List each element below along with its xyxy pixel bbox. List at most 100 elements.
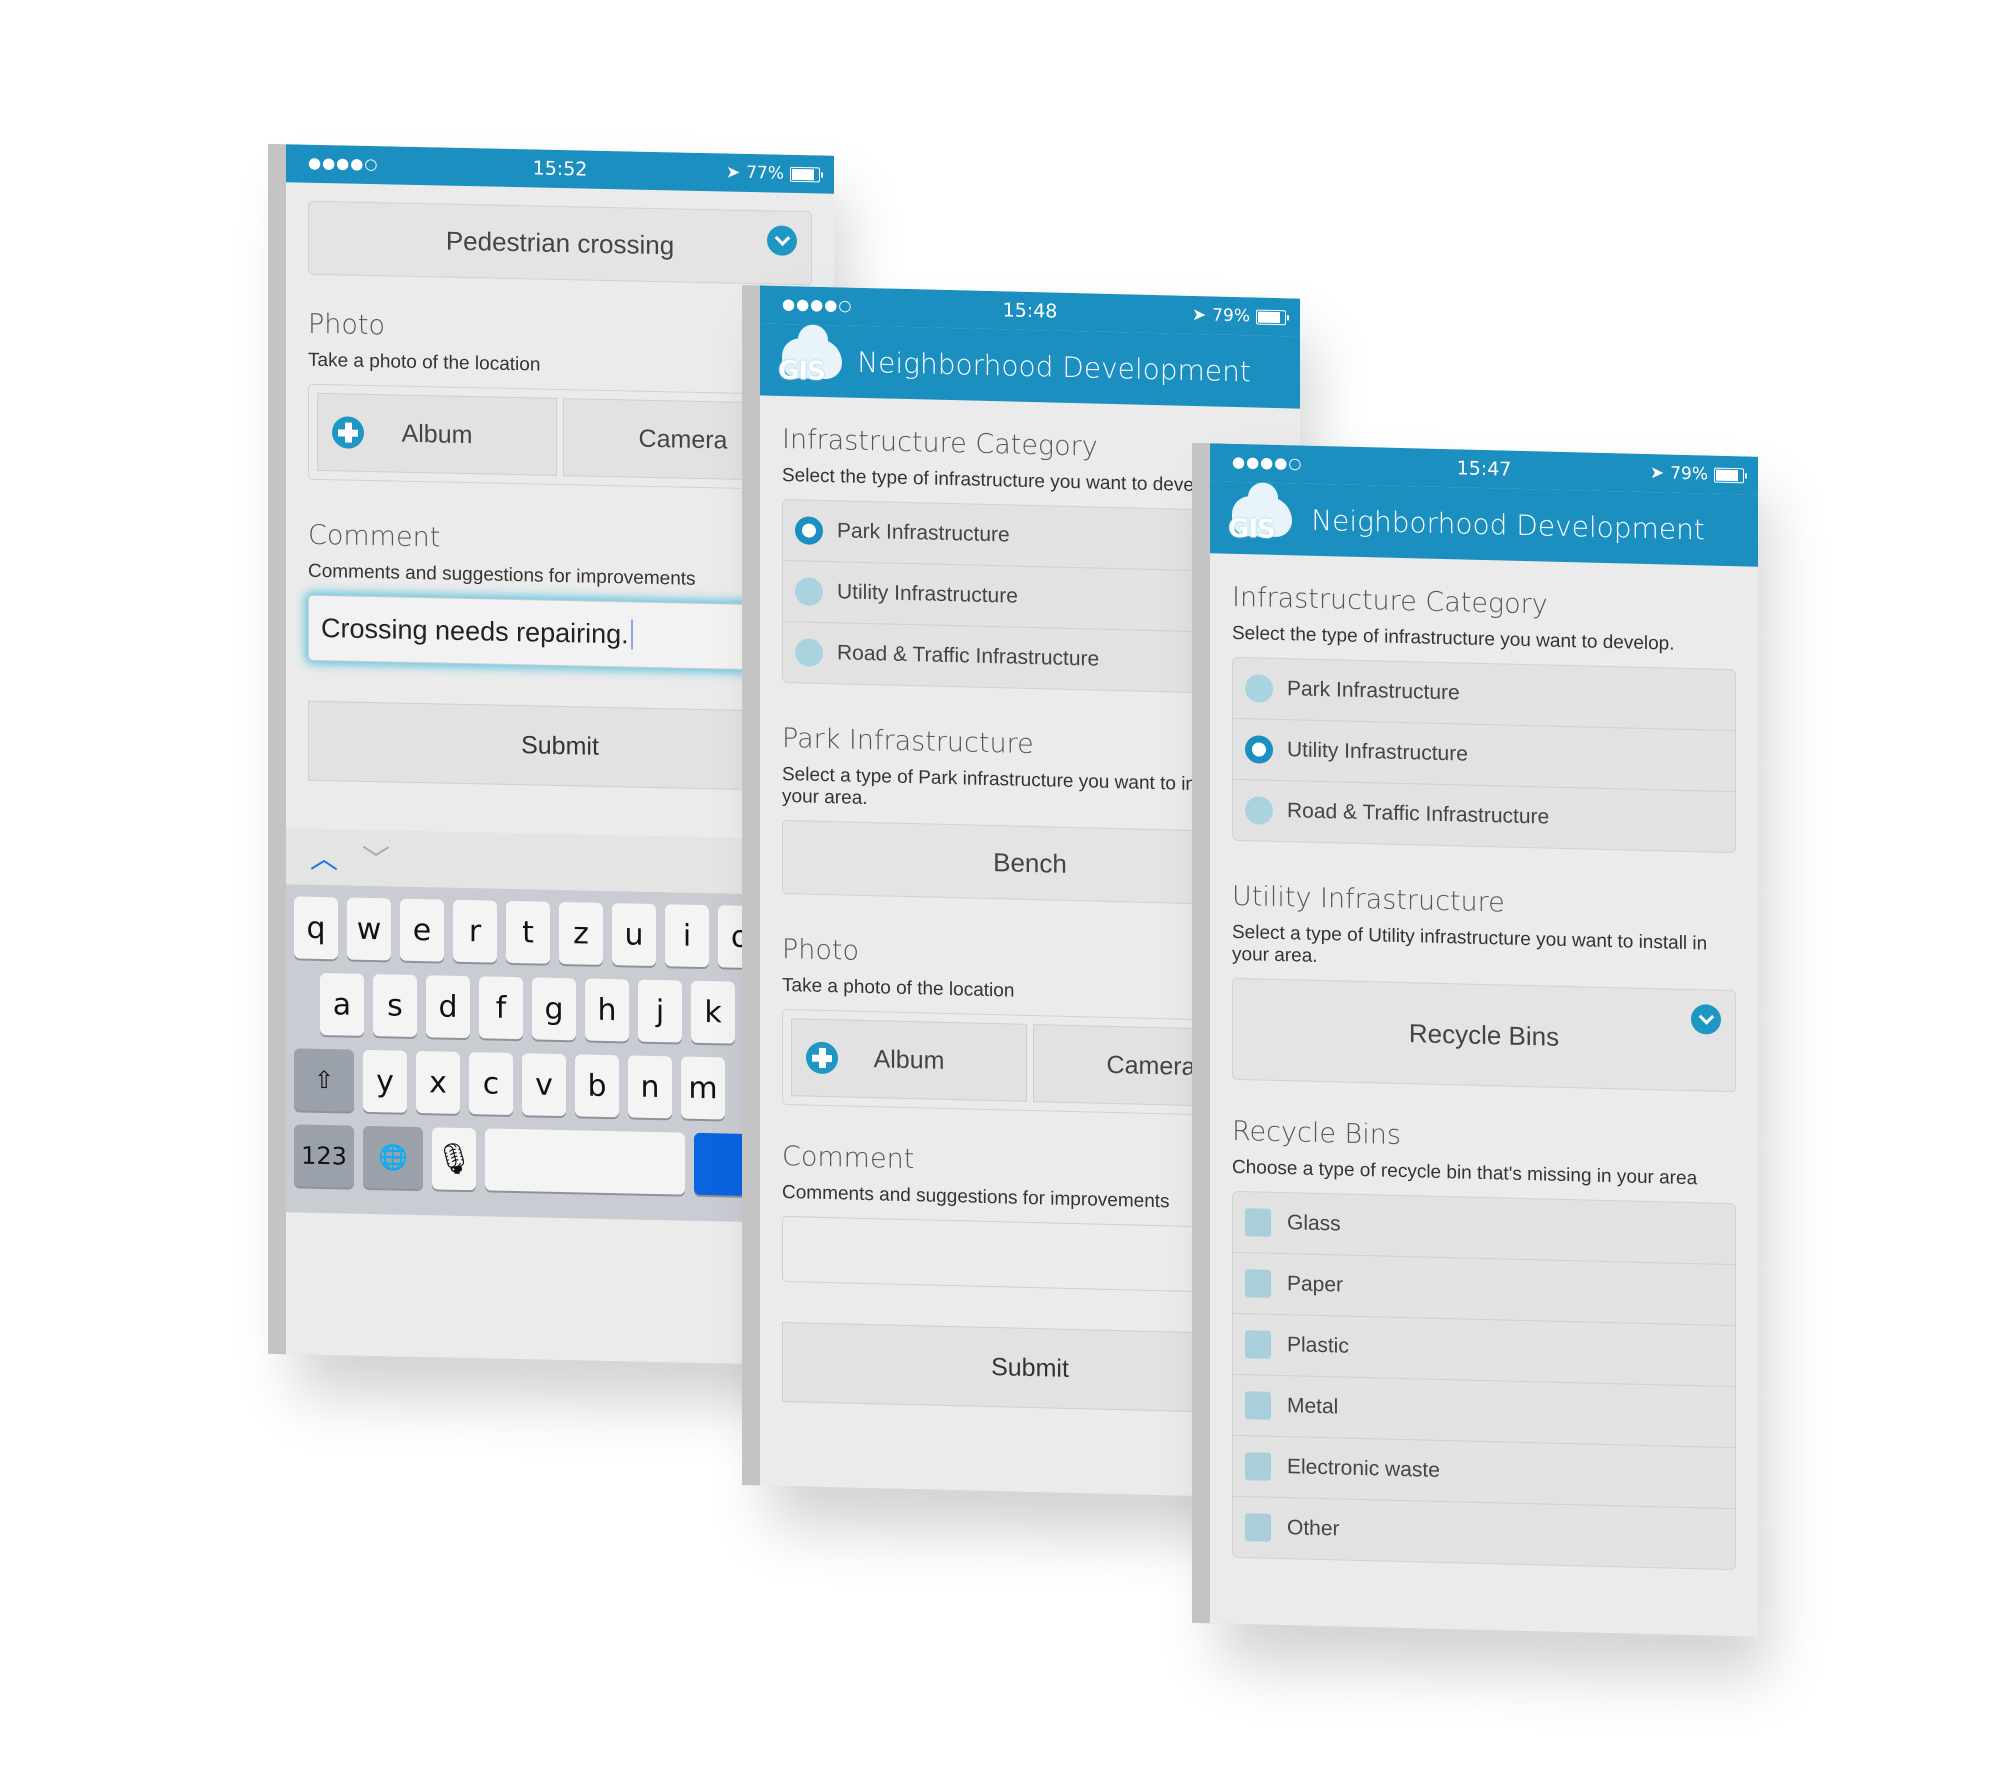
album-label: Album <box>401 419 473 449</box>
microphone-icon[interactable]: 🎙 <box>432 1127 476 1191</box>
phone-comment-screen: ●●●●○ 15:52 ➤ 77% Pedestrian crossing Ph… <box>286 144 834 1366</box>
battery-icon <box>790 166 820 182</box>
photo-picker: Album Camera <box>308 383 812 491</box>
park-hint: Select a type of Park infrastructure you… <box>782 763 1250 810</box>
shift-key[interactable]: ⇧ <box>294 1048 354 1112</box>
album-label: Album <box>873 1044 945 1075</box>
bins-hint: Choose a type of recycle bin that's miss… <box>1232 1156 1698 1190</box>
key-e[interactable]: e <box>400 898 444 962</box>
infrastructure-type-select[interactable]: Pedestrian crossing <box>308 200 812 286</box>
key-r[interactable]: r <box>453 899 497 963</box>
location-arrow-icon: ➤ <box>1191 304 1207 326</box>
app-title: Neighborhood Development <box>857 345 1251 388</box>
gis-cloud-logo: GIS <box>1228 488 1298 550</box>
previous-field-icon[interactable]: ︿ <box>310 837 338 878</box>
checkbox-icon <box>1245 1269 1271 1298</box>
key-m[interactable]: m <box>681 1056 725 1120</box>
key-w[interactable]: w <box>347 897 391 961</box>
checkbox-icon <box>1245 1330 1271 1359</box>
photo-picker: Album Camera <box>782 1008 1278 1118</box>
app-header: GIS Neighborhood Development <box>1210 481 1758 567</box>
key-k[interactable]: k <box>691 980 735 1044</box>
park-type-select[interactable]: Bench <box>782 819 1278 907</box>
comment-hint: Comments and suggestions for improvement… <box>308 560 696 590</box>
key-x[interactable]: x <box>416 1050 460 1114</box>
radio-selected-icon <box>1245 735 1273 764</box>
comment-input[interactable]: Crossing needs repairing. <box>308 594 812 672</box>
battery-percent: 79% <box>1670 463 1708 485</box>
category-label: Infrastructure Category <box>1232 581 1548 621</box>
option-label: Utility Infrastructure <box>837 580 1018 608</box>
photo-hint: Take a photo of the location <box>308 349 541 376</box>
radio-option[interactable]: Road & Traffic Infrastructure <box>1233 780 1735 852</box>
key-f[interactable]: f <box>479 976 523 1040</box>
option-label: Plastic <box>1287 1333 1349 1358</box>
battery-percent: 77% <box>746 162 784 184</box>
key-d[interactable]: d <box>426 975 470 1039</box>
key-b[interactable]: b <box>575 1054 619 1118</box>
key-u[interactable]: u <box>612 903 656 967</box>
radio-option[interactable]: Road & Traffic Infrastructure <box>783 622 1277 694</box>
numbers-key[interactable]: 123 <box>294 1124 354 1188</box>
key-a[interactable]: a <box>320 972 364 1036</box>
option-label: Paper <box>1287 1272 1344 1297</box>
park-label: Park Infrastructure <box>782 722 1034 761</box>
checkbox-icon <box>1245 1513 1271 1542</box>
key-n[interactable]: n <box>628 1055 672 1119</box>
battery-percent: 79% <box>1212 305 1250 327</box>
key-i[interactable]: i <box>665 904 709 968</box>
camera-label: Camera <box>1106 1050 1196 1081</box>
photo-label: Photo <box>308 308 386 342</box>
key-o[interactable]: o <box>718 905 762 969</box>
option-label: Park Infrastructure <box>837 519 1010 547</box>
key-y[interactable]: y <box>363 1049 407 1113</box>
checkbox-icon <box>1245 1452 1271 1481</box>
key-v[interactable]: v <box>522 1053 566 1117</box>
keyboard: qwertzuio asdfghjk ⇧ yxcvbnm 123 🌐 🎙 <box>286 884 834 1224</box>
plus-icon <box>332 416 364 449</box>
key-q[interactable]: q <box>294 896 338 960</box>
utility-type-select[interactable]: Recycle Bins <box>1232 977 1736 1093</box>
camera-label: Camera <box>638 424 728 455</box>
checkbox-icon <box>1245 1391 1271 1420</box>
comment-value: Crossing needs repairing. <box>321 612 629 649</box>
comment-input[interactable] <box>782 1215 1278 1295</box>
option-label: Utility Infrastructure <box>1287 738 1468 766</box>
category-radio-group: Park Infrastructure Utility Infrastructu… <box>782 498 1278 696</box>
key-j[interactable]: j <box>638 979 682 1043</box>
option-label: Metal <box>1287 1394 1339 1419</box>
return-key[interactable] <box>694 1132 754 1197</box>
key-g[interactable]: g <box>532 977 576 1041</box>
gis-cloud-logo: GIS <box>778 330 848 392</box>
space-key[interactable] <box>485 1128 685 1195</box>
globe-icon[interactable]: 🌐 <box>363 1125 423 1190</box>
bins-checkbox-group: Glass Paper Plastic Metal Electronic was… <box>1232 1190 1736 1571</box>
radio-icon <box>795 638 823 667</box>
radio-icon <box>795 577 823 606</box>
category-label: Infrastructure Category <box>782 423 1098 463</box>
photo-label: Photo <box>782 933 860 967</box>
chevron-down-icon[interactable] <box>1691 1004 1721 1035</box>
bins-label: Recycle Bins <box>1232 1115 1401 1151</box>
submit-button[interactable]: Submit <box>308 700 812 792</box>
key-c[interactable]: c <box>469 1052 513 1116</box>
album-button[interactable]: Album <box>791 1018 1027 1102</box>
checkbox-option[interactable]: Other <box>1233 1497 1735 1569</box>
location-arrow-icon: ➤ <box>725 162 741 183</box>
option-label: Park Infrastructure <box>1287 677 1460 705</box>
submit-button[interactable]: Submit <box>782 1321 1278 1415</box>
option-label: Other <box>1287 1516 1340 1541</box>
checkbox-icon <box>1245 1208 1271 1237</box>
key-s[interactable]: s <box>373 974 417 1038</box>
battery-icon <box>1714 467 1744 483</box>
key-z[interactable]: z <box>559 901 603 965</box>
key-h[interactable]: h <box>585 978 629 1042</box>
option-label: Road & Traffic Infrastructure <box>1287 799 1550 829</box>
key-t[interactable]: t <box>506 900 550 964</box>
chevron-down-icon[interactable] <box>767 225 797 256</box>
utility-label: Utility Infrastructure <box>1232 880 1505 919</box>
album-button[interactable]: Album <box>317 392 557 476</box>
photo-hint: Take a photo of the location <box>782 974 1015 1002</box>
next-field-icon[interactable]: ﹀ <box>362 838 390 879</box>
battery-icon <box>1256 309 1286 325</box>
